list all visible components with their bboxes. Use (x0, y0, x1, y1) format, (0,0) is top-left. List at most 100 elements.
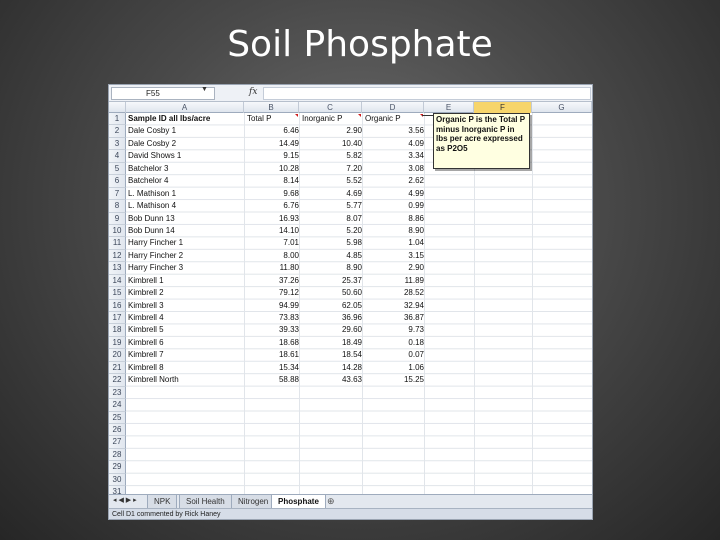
table-cell[interactable]: 2.90 (300, 125, 362, 137)
row-number[interactable]: 22 (109, 374, 126, 387)
sheet-tab-soil-health[interactable]: Soil Health (179, 495, 232, 508)
sheet-nav-arrows[interactable]: ◂ ◀ ▶ ▸ (113, 496, 137, 504)
table-cell[interactable]: 5.98 (300, 237, 362, 249)
column-header-c[interactable]: C (299, 102, 362, 113)
table-cell[interactable] (245, 424, 299, 436)
column-title[interactable]: Organic P (363, 113, 424, 125)
cell-grid[interactable]: 1 Sample ID all lbs/acre Total P Inorganic … (109, 113, 592, 499)
table-cell[interactable]: 8.00 (245, 250, 299, 262)
table-cell[interactable]: 8.07 (300, 213, 362, 225)
table-cell[interactable]: 7.01 (245, 237, 299, 249)
table-cell[interactable]: 6.76 (245, 200, 299, 212)
row-number[interactable]: 12 (109, 249, 126, 263)
table-cell[interactable]: Bob Dunn 13 (128, 213, 243, 225)
row-number[interactable]: 28 (109, 448, 126, 462)
table-cell[interactable] (128, 399, 243, 411)
table-cell[interactable] (300, 474, 362, 486)
table-cell[interactable]: Kimbrell 2 (128, 287, 243, 299)
table-cell[interactable] (245, 449, 299, 461)
table-cell[interactable]: 10.40 (300, 138, 362, 150)
row-number[interactable]: 29 (109, 461, 126, 474)
table-cell[interactable]: 2.62 (363, 175, 424, 187)
table-cell[interactable]: 2.90 (363, 262, 424, 274)
column-header-d[interactable]: D (362, 102, 424, 113)
table-cell[interactable] (128, 461, 243, 473)
row-number[interactable]: 7 (109, 187, 126, 201)
table-cell[interactable]: 16.93 (245, 213, 299, 225)
row-number[interactable]: 19 (109, 336, 126, 350)
table-cell[interactable]: Batchelor 4 (128, 175, 243, 187)
table-cell[interactable]: 11.80 (245, 262, 299, 274)
table-cell[interactable]: 4.85 (300, 250, 362, 262)
table-cell[interactable]: 14.10 (245, 225, 299, 237)
table-cell[interactable]: Dale Cosby 2 (128, 138, 243, 150)
table-cell[interactable]: David Shows 1 (128, 150, 243, 162)
table-cell[interactable]: 25.37 (300, 275, 362, 287)
table-cell[interactable]: 8.90 (363, 225, 424, 237)
table-cell[interactable] (245, 461, 299, 473)
name-box-dropdown-icon[interactable]: ▼ (201, 86, 208, 93)
row-number[interactable]: 2 (109, 125, 126, 138)
table-cell[interactable]: 10.28 (245, 163, 299, 175)
table-cell[interactable] (128, 387, 243, 399)
table-cell[interactable]: 5.77 (300, 200, 362, 212)
table-cell[interactable]: 4.69 (300, 188, 362, 200)
column-header-g[interactable]: G (532, 102, 592, 113)
table-cell[interactable]: 15.34 (245, 362, 299, 374)
table-cell[interactable] (300, 412, 362, 424)
row-number[interactable]: 17 (109, 312, 126, 325)
row-number[interactable]: 20 (109, 349, 126, 362)
table-cell[interactable]: 5.82 (300, 150, 362, 162)
table-cell[interactable]: 8.90 (300, 262, 362, 274)
row-number[interactable]: 25 (109, 411, 126, 424)
table-cell[interactable]: 43.63 (300, 374, 362, 386)
table-cell[interactable]: 79.12 (245, 287, 299, 299)
table-cell[interactable]: 28.52 (363, 287, 424, 299)
table-cell[interactable]: 9.73 (363, 324, 424, 336)
table-cell[interactable]: Harry Fincher 3 (128, 262, 243, 274)
function-icon[interactable]: fx (249, 87, 257, 97)
table-cell[interactable]: 3.15 (363, 250, 424, 262)
row-number[interactable]: 13 (109, 262, 126, 275)
table-cell[interactable] (128, 449, 243, 461)
table-cell[interactable]: 94.99 (245, 300, 299, 312)
table-cell[interactable]: Kimbrell North (128, 374, 243, 386)
comment-indicator-icon[interactable] (295, 114, 298, 117)
table-cell[interactable]: 5.20 (300, 225, 362, 237)
table-cell[interactable] (245, 387, 299, 399)
row-number[interactable]: 6 (109, 175, 126, 188)
table-cell[interactable] (363, 461, 424, 473)
row-number[interactable]: 10 (109, 224, 126, 238)
row-number[interactable]: 8 (109, 200, 126, 213)
table-cell[interactable]: 36.87 (363, 312, 424, 324)
sheet-tab-phosphate[interactable]: Phosphate (271, 495, 326, 508)
table-cell[interactable]: Bob Dunn 14 (128, 225, 243, 237)
table-cell[interactable]: 18.61 (245, 349, 299, 361)
table-cell[interactable]: 18.54 (300, 349, 362, 361)
row-number[interactable]: 23 (109, 386, 126, 400)
table-cell[interactable]: 5.52 (300, 175, 362, 187)
select-all-corner[interactable] (109, 102, 126, 113)
table-cell[interactable]: Kimbrell 4 (128, 312, 243, 324)
table-cell[interactable] (128, 412, 243, 424)
row-number[interactable]: 3 (109, 137, 126, 151)
table-cell[interactable]: 15.25 (363, 374, 424, 386)
table-cell[interactable]: 3.34 (363, 150, 424, 162)
row-number[interactable]: 24 (109, 399, 126, 412)
table-cell[interactable]: 50.60 (300, 287, 362, 299)
table-cell[interactable]: Harry Fincher 2 (128, 250, 243, 262)
table-cell[interactable]: 4.09 (363, 138, 424, 150)
table-cell[interactable] (245, 412, 299, 424)
table-cell[interactable]: Kimbrell 1 (128, 275, 243, 287)
table-cell[interactable]: 4.99 (363, 188, 424, 200)
table-cell[interactable]: 8.14 (245, 175, 299, 187)
row-number[interactable]: 11 (109, 237, 126, 250)
table-cell[interactable]: 11.89 (363, 275, 424, 287)
row-number[interactable]: 14 (109, 274, 126, 288)
table-cell[interactable] (128, 474, 243, 486)
table-cell[interactable] (128, 424, 243, 436)
table-cell[interactable]: Kimbrell 7 (128, 349, 243, 361)
table-cell[interactable]: 7.20 (300, 163, 362, 175)
table-cell[interactable] (245, 474, 299, 486)
table-cell[interactable]: 3.08 (363, 163, 424, 175)
